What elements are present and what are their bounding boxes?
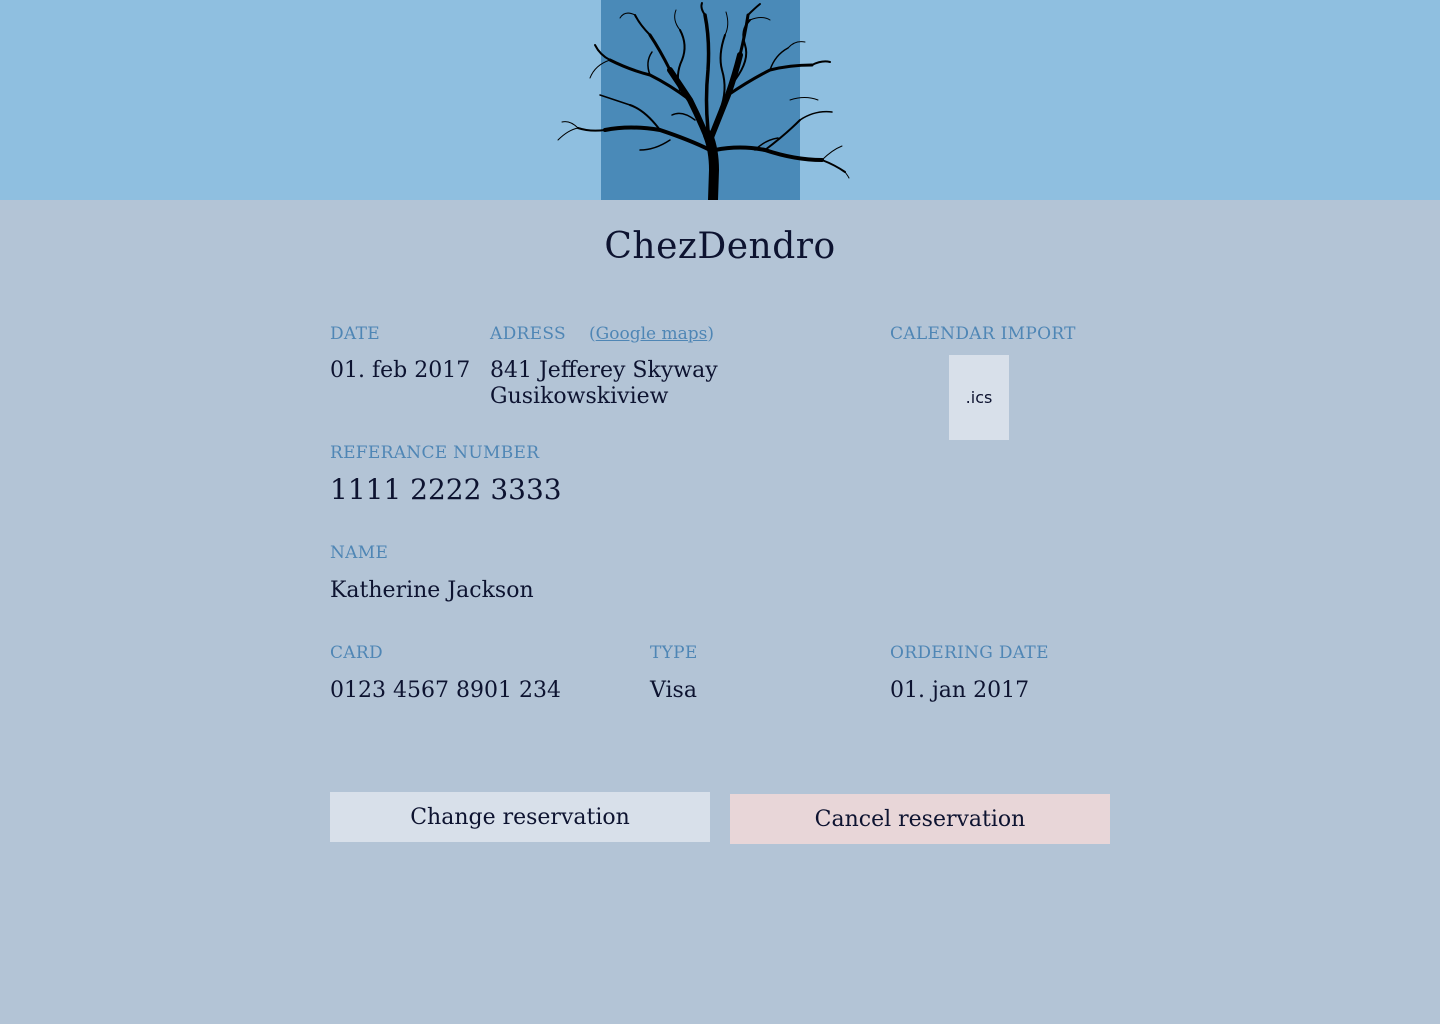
- ordering-date-value: 01. jan 2017: [890, 678, 1030, 703]
- name-label: NAME: [330, 543, 389, 563]
- card-label: CARD: [330, 643, 383, 663]
- reference-value: 1111 2222 3333: [330, 473, 562, 506]
- address-line-2: Gusikowskiview: [490, 384, 669, 409]
- cancel-reservation-button[interactable]: Cancel reservation: [730, 794, 1110, 844]
- address-label: ADRESS: [490, 324, 566, 344]
- brand-title: ChezDendro: [604, 226, 836, 267]
- google-maps-link[interactable]: (Google maps): [589, 324, 714, 344]
- type-label: TYPE: [650, 643, 698, 663]
- name-value: Katherine Jackson: [330, 578, 534, 603]
- date-value: 01. feb 2017: [330, 358, 471, 383]
- ics-download-button[interactable]: .ics: [949, 355, 1009, 440]
- type-value: Visa: [650, 678, 697, 703]
- change-reservation-button[interactable]: Change reservation: [330, 792, 710, 842]
- ordering-date-label: ORDERING DATE: [890, 643, 1049, 663]
- calendar-import-label: CALENDAR IMPORT: [890, 324, 1076, 344]
- header-banner: [0, 0, 1440, 200]
- card-value: 0123 4567 8901 234: [330, 678, 561, 703]
- address-line-1: 841 Jefferey Skyway: [490, 358, 718, 383]
- date-label: DATE: [330, 324, 380, 344]
- reference-label: REFERANCE NUMBER: [330, 443, 540, 463]
- tree-icon: [557, 2, 850, 200]
